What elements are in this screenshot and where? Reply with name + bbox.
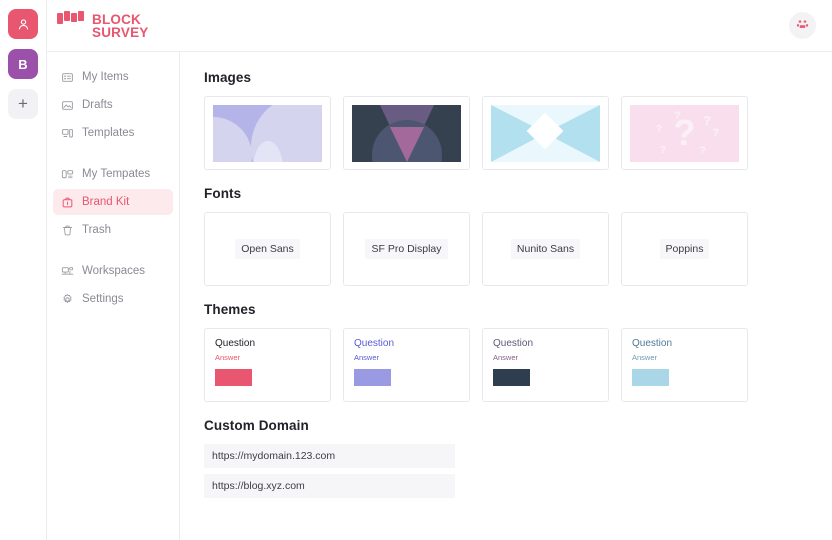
sidebar-item-label: My Tempates [82, 168, 151, 180]
section-custom-domain: Custom Domain https://mydomain.123.com h… [204, 418, 832, 498]
themes-grid: Question Answer Question Answer Question… [204, 328, 832, 402]
font-name: Nunito Sans [510, 239, 581, 259]
brand-line-2: SURVEY [92, 24, 149, 40]
sidebar-item-drafts[interactable]: Drafts [53, 92, 173, 118]
theme-question: Question [632, 338, 673, 349]
my-templates-icon [61, 168, 74, 181]
trash-icon [61, 224, 74, 237]
theme-card-2[interactable]: Question Answer [343, 328, 470, 402]
main-wrapper: BLOCK SURVEY My Items Drafts Templates M… [47, 0, 832, 540]
topbar: BLOCK SURVEY [47, 0, 832, 52]
brand-logo[interactable]: BLOCK SURVEY [57, 10, 149, 41]
sidebar-item-label: Templates [82, 127, 135, 139]
sidebar-group-1: My Items Drafts Templates [47, 64, 179, 146]
font-card-nunito-sans[interactable]: Nunito Sans [482, 212, 609, 286]
theme-swatch [632, 369, 669, 386]
sidebar-item-trash[interactable]: Trash [53, 217, 173, 243]
custom-domain-row-2[interactable]: https://blog.xyz.com [204, 474, 455, 498]
image-thumb-blue-envelope [491, 104, 600, 162]
theme-question: Question [354, 338, 395, 349]
sidebar-item-label: Settings [82, 293, 124, 305]
sidebar-divider-1 [47, 148, 179, 161]
section-images: Images ? ? ? ? ? ? ? [204, 70, 832, 170]
sidebar-item-brand-kit[interactable]: Brand Kit [53, 189, 173, 215]
content-area: Images ? ? ? ? ? ? ? Fonts Open Sans SF … [180, 52, 832, 540]
blocks-group-icon [796, 20, 809, 28]
sidebar-item-my-items[interactable]: My Items [53, 64, 173, 90]
font-card-sf-pro-display[interactable]: SF Pro Display [343, 212, 470, 286]
section-title-fonts: Fonts [204, 186, 242, 201]
font-card-poppins[interactable]: Poppins [621, 212, 748, 286]
image-draft-icon [61, 99, 74, 112]
font-name: Open Sans [235, 239, 300, 259]
image-card-1[interactable] [204, 96, 331, 170]
list-items-icon [61, 71, 74, 84]
theme-question: Question [215, 338, 256, 349]
sidebar-item-my-tempates[interactable]: My Tempates [53, 161, 173, 187]
layout-template-icon [61, 127, 74, 140]
sidebar-item-label: Brand Kit [82, 196, 130, 208]
theme-swatch [354, 369, 391, 386]
custom-domain-url: https://mydomain.123.com [212, 450, 336, 462]
add-workspace-button[interactable]: + [8, 89, 38, 119]
theme-swatch [493, 369, 530, 386]
font-name: Poppins [659, 239, 710, 259]
section-fonts: Fonts Open Sans SF Pro Display Nunito Sa… [204, 186, 832, 286]
briefcase-icon [61, 196, 74, 209]
brand-name: BLOCK SURVEY [92, 11, 149, 40]
image-card-3[interactable] [482, 96, 609, 170]
theme-swatch [215, 369, 252, 386]
section-themes: Themes Question Answer Question Answer Q… [204, 302, 832, 402]
user-avatar[interactable] [8, 9, 38, 39]
custom-domain-row-1[interactable]: https://mydomain.123.com [204, 444, 455, 468]
font-card-open-sans[interactable]: Open Sans [204, 212, 331, 286]
app-root: B + BLOCK SURVEY My Items Drafts Templat… [0, 0, 832, 540]
sidebar-item-settings[interactable]: Settings [53, 286, 173, 312]
blocks-group-button[interactable] [789, 12, 816, 39]
theme-question: Question [493, 338, 534, 349]
theme-answer: Answer [493, 353, 519, 362]
sidebar-divider-2 [47, 245, 179, 258]
body-row: My Items Drafts Templates My Tempates Br… [47, 52, 832, 540]
image-thumb-navy-triangle [352, 104, 461, 162]
custom-domain-url: https://blog.xyz.com [212, 480, 305, 492]
theme-card-3[interactable]: Question Answer [482, 328, 609, 402]
brand-line-1: BLOCK [92, 11, 141, 27]
sidebar-group-3: Workspaces Settings [47, 258, 179, 312]
image-card-2[interactable] [343, 96, 470, 170]
image-thumb-periwinkle-arcs [213, 104, 322, 162]
theme-answer: Answer [215, 353, 241, 362]
image-card-4[interactable]: ??? ??? ? [621, 96, 748, 170]
gear-icon [61, 293, 74, 306]
section-title-themes: Themes [204, 302, 256, 317]
workspaces-icon [61, 265, 74, 278]
sidebar-item-label: Drafts [82, 99, 113, 111]
fonts-grid: Open Sans SF Pro Display Nunito Sans Pop… [204, 212, 832, 286]
theme-answer: Answer [354, 353, 380, 362]
section-title-images: Images [204, 70, 252, 85]
person-icon [18, 18, 28, 29]
sidebar-item-label: Workspaces [82, 265, 146, 277]
sidebar-item-templates[interactable]: Templates [53, 120, 173, 146]
images-grid: ??? ??? ? [204, 96, 832, 170]
custom-domain-list: https://mydomain.123.com https://blog.xy… [204, 444, 832, 498]
image-thumb-pink-questions: ??? ??? ? [630, 104, 739, 162]
theme-card-4[interactable]: Question Answer [621, 328, 748, 402]
sidebar-group-2: My Tempates Brand Kit Trash [47, 161, 179, 243]
workspace-badge-b[interactable]: B [8, 49, 38, 79]
sidebar: My Items Drafts Templates My Tempates Br… [47, 52, 180, 540]
theme-answer: Answer [632, 353, 658, 362]
section-title-custom-domain: Custom Domain [204, 418, 309, 433]
content-bottom-spacer [204, 514, 832, 540]
sidebar-item-label: Trash [82, 224, 111, 236]
sidebar-item-label: My Items [82, 71, 129, 83]
font-name: SF Pro Display [365, 239, 448, 259]
theme-card-1[interactable]: Question Answer [204, 328, 331, 402]
sidebar-item-workspaces[interactable]: Workspaces [53, 258, 173, 284]
blocks-grid-icon [57, 10, 84, 41]
left-rail: B + [0, 0, 47, 540]
